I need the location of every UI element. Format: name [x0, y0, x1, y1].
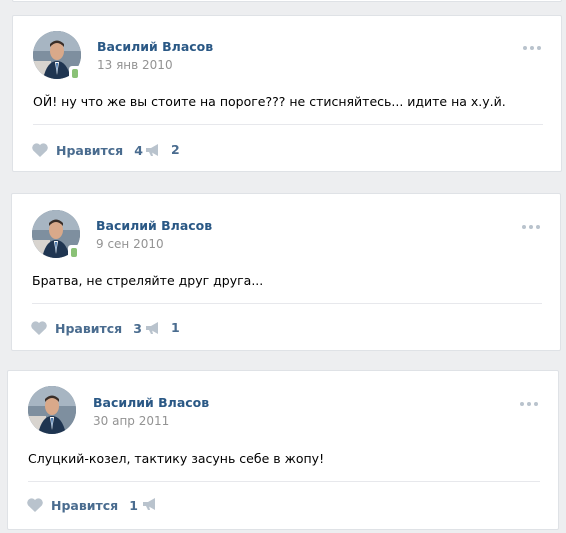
divider: [33, 124, 543, 125]
online-mobile-icon: [69, 66, 81, 81]
more-dots-icon[interactable]: [520, 400, 540, 408]
share-count: 1: [171, 320, 180, 335]
post-text: Братва, не стреляйте друг друга...: [32, 273, 264, 288]
like-label: Нравится: [51, 497, 119, 513]
share-button[interactable]: 1: [145, 320, 180, 335]
megaphone-icon: [146, 143, 158, 156]
like-count: 3: [133, 320, 142, 336]
author-name[interactable]: Василий Власов: [93, 395, 209, 410]
online-mobile-icon: [68, 245, 80, 260]
wall-post: Василий Власов 9 сен 2010 Братва, не стр…: [11, 193, 561, 351]
wall-post: Василий Власов 30 апр 2011 Слуцкий-козел…: [7, 370, 559, 530]
post-date[interactable]: 9 сен 2010: [96, 237, 164, 251]
like-button[interactable]: Нравится 4: [31, 142, 143, 158]
like-label: Нравится: [55, 320, 123, 336]
share-button[interactable]: 2: [145, 142, 180, 157]
author-avatar[interactable]: [28, 386, 76, 434]
previous-post-edge: [12, 0, 562, 2]
author-name[interactable]: Василий Власов: [96, 218, 212, 233]
like-button[interactable]: Нравится 3: [30, 320, 142, 336]
like-count: 1: [129, 497, 138, 513]
post-text: Слуцкий-козел, тактику засунь себе в жоп…: [28, 451, 325, 466]
post-date[interactable]: 13 янв 2010: [97, 58, 173, 72]
like-count: 4: [134, 142, 143, 158]
post-date[interactable]: 30 апр 2011: [93, 414, 169, 428]
like-label: Нравится: [56, 142, 124, 158]
divider: [32, 303, 542, 304]
share-button[interactable]: [142, 497, 168, 511]
more-dots-icon[interactable]: [522, 223, 542, 231]
wall-post: Василий Власов 13 янв 2010 ОЙ! ну что же…: [12, 15, 562, 172]
megaphone-icon: [146, 321, 158, 334]
more-dots-icon[interactable]: [523, 44, 543, 52]
heart-icon: [31, 321, 47, 335]
author-name[interactable]: Василий Власов: [97, 39, 213, 54]
megaphone-icon: [143, 498, 155, 510]
post-text: ОЙ! ну что же вы стоите на пороге??? не …: [33, 94, 506, 109]
divider: [28, 481, 540, 482]
heart-icon: [32, 143, 48, 157]
like-button[interactable]: Нравится 1: [26, 497, 138, 513]
heart-icon: [27, 498, 43, 512]
share-count: 2: [171, 142, 180, 157]
